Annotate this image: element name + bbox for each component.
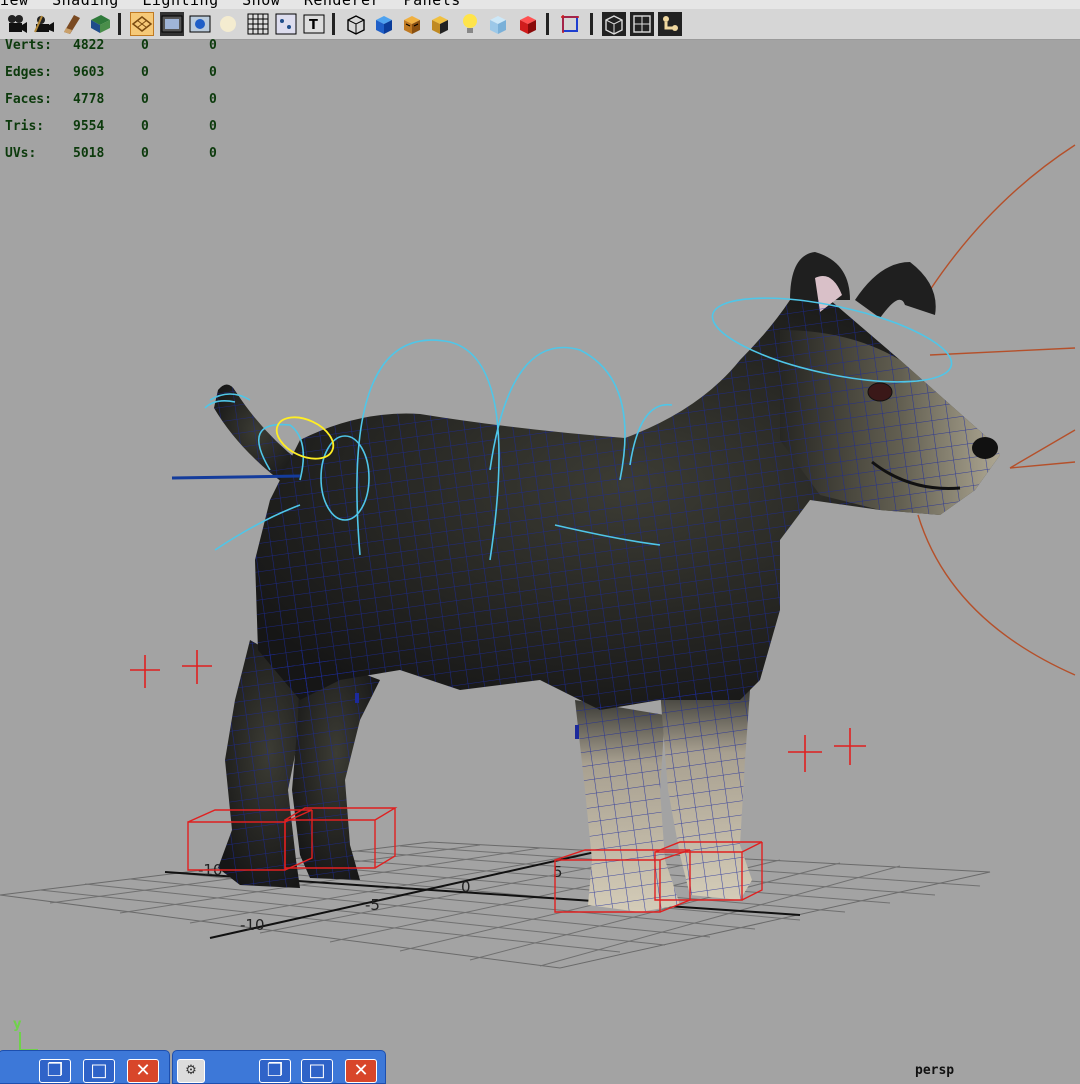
menu-shading[interactable]: Shading bbox=[52, 0, 119, 9]
menu-view[interactable]: iew bbox=[0, 0, 29, 9]
svg-text:T: T bbox=[309, 18, 318, 33]
dog-model[interactable] bbox=[214, 252, 1000, 912]
spine-spline[interactable] bbox=[171, 474, 301, 480]
camera-name-label: persp bbox=[915, 1063, 955, 1078]
field-chart-icon[interactable] bbox=[274, 12, 298, 36]
taskbar-window-2[interactable]: ⚙ ❐ □ ✕ bbox=[172, 1050, 386, 1084]
wireframe-on-shaded-icon[interactable] bbox=[630, 12, 654, 36]
maximize-icon[interactable]: □ bbox=[301, 1059, 333, 1083]
panel-menu-items: iew Shading Lighting Show Renderer Panel… bbox=[0, 0, 475, 9]
select-camera-icon[interactable] bbox=[4, 12, 28, 36]
image-plane-icon[interactable] bbox=[88, 12, 112, 36]
toolbar-separator bbox=[118, 13, 121, 35]
app-icon[interactable]: ⚙ bbox=[177, 1059, 205, 1083]
resolution-gate-icon[interactable] bbox=[188, 12, 212, 36]
joint-xray-icon[interactable] bbox=[658, 12, 682, 36]
hud-label: Faces: bbox=[5, 92, 52, 107]
hud-value: 0 bbox=[141, 119, 149, 134]
restore-icon[interactable]: ❐ bbox=[39, 1059, 71, 1083]
xray-icon[interactable] bbox=[486, 12, 510, 36]
hud-value: 0 bbox=[209, 119, 217, 134]
toolbar-separator bbox=[546, 13, 549, 35]
hud-label: Tris: bbox=[5, 119, 45, 134]
axis-y-label: y bbox=[13, 1017, 22, 1032]
hud-value: 9554 bbox=[73, 119, 105, 134]
bookmark-icon[interactable] bbox=[60, 12, 84, 36]
hud-label: Edges: bbox=[5, 65, 52, 80]
pole-markers bbox=[355, 693, 579, 739]
hud-value: 0 bbox=[141, 38, 149, 53]
grid-label: -10 bbox=[240, 916, 265, 934]
safe-action-icon[interactable] bbox=[216, 12, 240, 36]
ground-grid bbox=[0, 841, 991, 969]
taskbar-window-1[interactable]: ❐ □ ✕ bbox=[0, 1050, 170, 1084]
frame-all-icon[interactable] bbox=[558, 12, 582, 36]
hud-value: 5018 bbox=[73, 146, 105, 161]
hud-value: 4778 bbox=[73, 92, 105, 107]
hud-value: 9603 bbox=[73, 65, 105, 80]
hud-value: 0 bbox=[209, 146, 217, 161]
viewport-canvas: -10 -5 0 5 -10 bbox=[0, 144, 1076, 1051]
maximize-icon[interactable]: □ bbox=[83, 1059, 115, 1083]
hud-label: Verts: bbox=[5, 38, 52, 53]
panel-toolbar: T bbox=[0, 9, 1080, 40]
camera-attributes-icon[interactable] bbox=[32, 12, 56, 36]
grid-display-icon[interactable] bbox=[246, 12, 270, 36]
film-gate-icon[interactable] bbox=[160, 12, 184, 36]
grid-label: -5 bbox=[365, 896, 380, 914]
safe-title-icon[interactable]: T bbox=[302, 12, 326, 36]
lights-icon[interactable] bbox=[458, 12, 482, 36]
bounding-box-icon[interactable] bbox=[602, 12, 626, 36]
hud-value: 0 bbox=[141, 92, 149, 107]
hud-value: 0 bbox=[209, 65, 217, 80]
close-icon[interactable]: ✕ bbox=[345, 1059, 377, 1083]
shadow-icon[interactable] bbox=[428, 12, 452, 36]
hud-value: 0 bbox=[141, 146, 149, 161]
isolate-select-icon[interactable] bbox=[516, 12, 540, 36]
hud-value: 0 bbox=[209, 92, 217, 107]
hud-value: 0 bbox=[209, 38, 217, 53]
toolbar-separator bbox=[590, 13, 593, 35]
perspective-viewport[interactable]: -10 -5 0 5 -10 bbox=[0, 40, 1080, 1080]
smooth-shade-icon[interactable] bbox=[372, 12, 396, 36]
hud-value: 0 bbox=[141, 65, 149, 80]
close-icon[interactable]: ✕ bbox=[127, 1059, 159, 1083]
texture-icon[interactable] bbox=[400, 12, 424, 36]
grid-toggle-icon[interactable] bbox=[130, 12, 154, 36]
panel-menubar: iew Shading Lighting Show Renderer Panel… bbox=[0, 0, 1080, 9]
menu-panels[interactable]: Panels bbox=[404, 0, 461, 9]
wireframe-icon[interactable] bbox=[344, 12, 368, 36]
hud-label: UVs: bbox=[5, 146, 37, 161]
grid-label: 0 bbox=[461, 878, 471, 896]
menu-show[interactable]: Show bbox=[242, 0, 280, 9]
menu-lighting[interactable]: Lighting bbox=[142, 0, 218, 9]
hud-value: 4822 bbox=[73, 38, 105, 53]
view-axis-indicator bbox=[19, 1032, 38, 1051]
toolbar-separator bbox=[332, 13, 335, 35]
menu-renderer[interactable]: Renderer bbox=[304, 0, 380, 9]
restore-icon[interactable]: ❐ bbox=[259, 1059, 291, 1083]
